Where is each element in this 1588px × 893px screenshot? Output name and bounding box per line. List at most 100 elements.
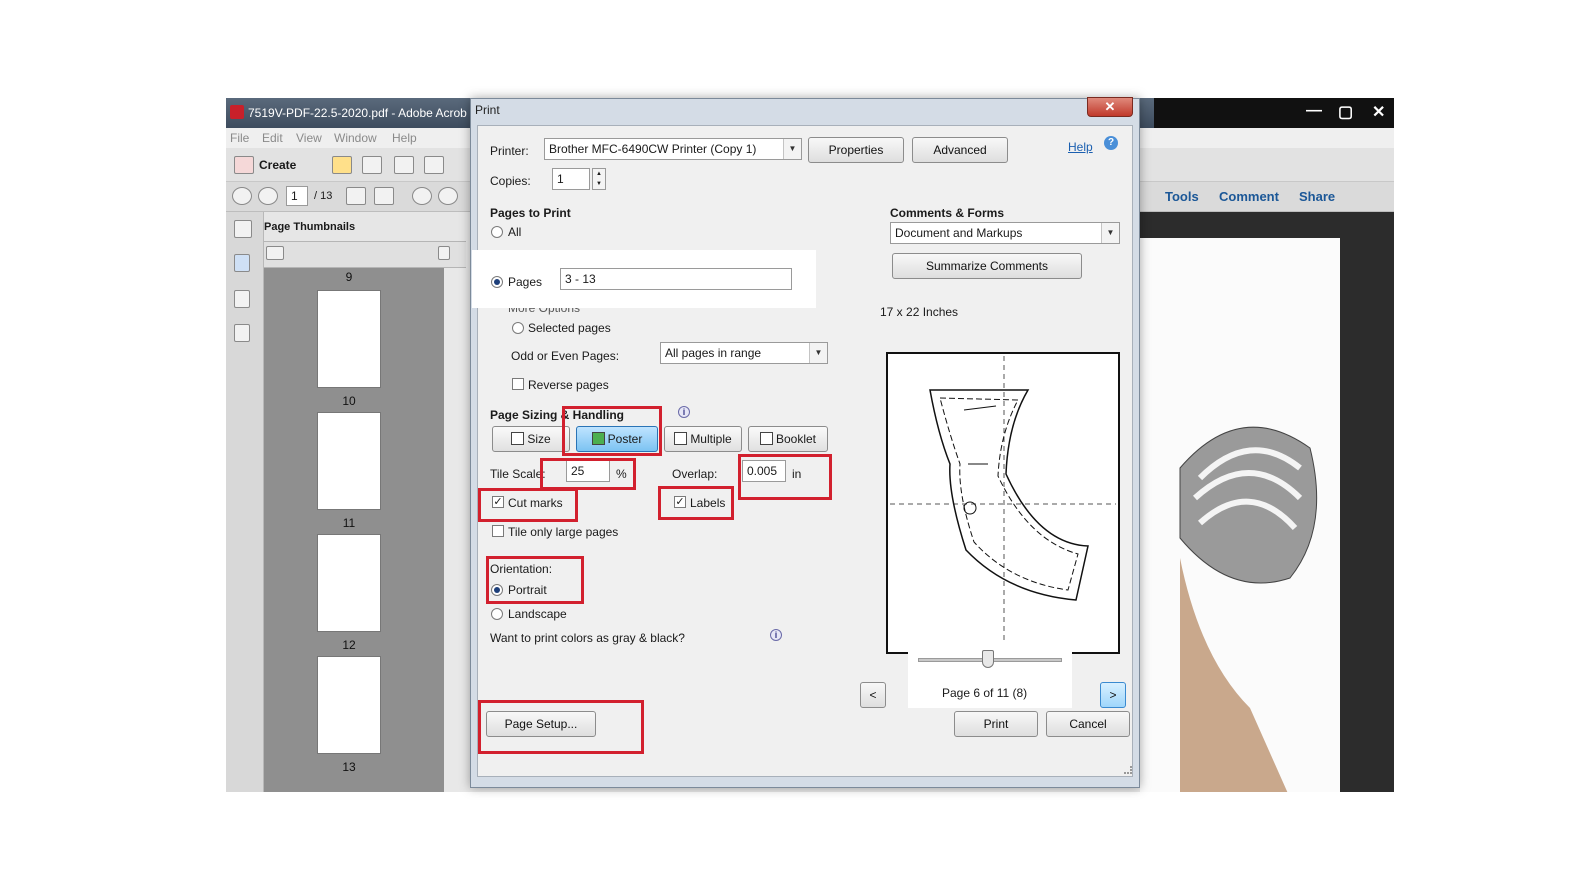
odd-even-select[interactable]: All pages in range ▼: [660, 342, 828, 364]
tab-comment[interactable]: Comment: [1219, 189, 1279, 204]
zoom-out-icon[interactable]: [412, 187, 432, 205]
thumbnail-label: 11: [342, 516, 356, 530]
acrobat-title-text: 7519V-PDF-22.5-2020.pdf - Adobe Acrob: [248, 106, 467, 120]
preview-size: 17 x 22 Inches: [880, 305, 959, 319]
all-pages-label: All: [508, 225, 522, 239]
right-tabs: Tools Comment Share: [1159, 182, 1394, 212]
next-page-icon[interactable]: [258, 187, 278, 205]
help-icon[interactable]: ?: [1104, 136, 1118, 150]
tab-tools[interactable]: Tools: [1165, 189, 1199, 204]
thumbnail-page[interactable]: [317, 412, 381, 510]
signatures-icon[interactable]: [234, 324, 250, 342]
window-controls: — ▢ ✕: [1154, 98, 1394, 128]
highlight-page-setup: [478, 700, 644, 754]
thumbnail-list: 9 10 11 12 13: [264, 268, 444, 792]
maximize-icon[interactable]: ▢: [1338, 102, 1353, 122]
close-icon[interactable]: ✕: [1087, 97, 1133, 117]
previous-page-button[interactable]: <: [860, 682, 886, 708]
tile-large-label: Tile only large pages: [508, 525, 619, 539]
create-button[interactable]: Create: [259, 158, 296, 172]
print-icon[interactable]: [394, 156, 414, 174]
delete-page-icon[interactable]: [438, 246, 450, 260]
select-tool-icon[interactable]: [346, 187, 366, 205]
resize-grip-icon[interactable]: [1124, 766, 1132, 774]
bookmarks-icon[interactable]: [234, 254, 250, 272]
pages-range-input[interactable]: 3 - 13: [560, 268, 792, 290]
close-window-icon[interactable]: ✕: [1372, 102, 1385, 122]
landscape-label: Landscape: [508, 607, 567, 621]
odd-even-value: All pages in range: [665, 346, 762, 360]
multiple-button[interactable]: Multiple: [664, 426, 742, 452]
create-icon[interactable]: [234, 156, 254, 174]
save-icon[interactable]: [362, 156, 382, 174]
menu-window[interactable]: Window: [334, 131, 377, 145]
summarize-comments-button[interactable]: Summarize Comments: [892, 253, 1082, 279]
menu-help[interactable]: Help: [392, 131, 417, 145]
thumbnail-scrollbar[interactable]: [444, 268, 466, 792]
thumbnail-options-icon[interactable]: [266, 246, 284, 260]
highlight-tile-scale: [540, 458, 636, 490]
selected-pages-radio[interactable]: [512, 322, 524, 334]
properties-button[interactable]: Properties: [808, 137, 904, 163]
chevron-down-icon: ▼: [809, 343, 827, 363]
acrobat-title: 7519V-PDF-22.5-2020.pdf - Adobe Acrob: [230, 105, 467, 120]
menu-view[interactable]: View: [296, 131, 322, 145]
menu-file[interactable]: File: [230, 131, 249, 145]
multiple-icon: [674, 432, 688, 445]
menu-edit[interactable]: Edit: [262, 131, 283, 145]
email-icon[interactable]: [424, 156, 444, 174]
info-icon[interactable]: i: [678, 406, 690, 418]
page-slider-thumb[interactable]: [982, 650, 994, 668]
next-page-button[interactable]: >: [1100, 682, 1126, 708]
zoom-in-icon[interactable]: [438, 187, 458, 205]
reverse-pages-checkbox[interactable]: [512, 378, 524, 390]
help-link[interactable]: Help: [1068, 140, 1093, 154]
info-icon[interactable]: i: [770, 629, 782, 641]
comments-forms-select[interactable]: Document and Markups ▼: [890, 222, 1120, 244]
thumbnail-page[interactable]: [317, 290, 381, 388]
multiple-label: Multiple: [690, 432, 732, 446]
dialog-body: Printer: Brother MFC-6490CW Printer (Cop…: [472, 125, 1133, 777]
pages-radio[interactable]: [491, 276, 503, 288]
gray-question: Want to print colors as gray & black?: [490, 631, 685, 645]
booklet-label: Booklet: [775, 432, 817, 446]
all-pages-radio[interactable]: [491, 226, 503, 238]
attachments-icon[interactable]: [234, 290, 250, 308]
tab-share[interactable]: Share: [1299, 189, 1335, 204]
size-button[interactable]: Size: [492, 426, 570, 452]
thumbnail-page[interactable]: [317, 534, 381, 632]
minimize-icon[interactable]: —: [1306, 102, 1322, 120]
copies-label: Copies:: [490, 174, 531, 188]
pages-to-print-heading: Pages to Print: [490, 206, 571, 220]
landscape-radio[interactable]: [491, 608, 503, 620]
dialog-title: Print: [475, 103, 500, 117]
hand-tool-icon[interactable]: [374, 187, 394, 205]
copies-stepper[interactable]: ▲ ▼: [592, 168, 606, 190]
highlight-orientation: [486, 556, 584, 604]
previous-page-icon[interactable]: [232, 187, 252, 205]
printer-value: Brother MFC-6490CW Printer (Copy 1): [549, 142, 757, 156]
highlight-cut-marks: [478, 488, 578, 522]
odd-even-label: Odd or Even Pages:: [511, 349, 620, 363]
page-thumbnails-icon[interactable]: [234, 220, 252, 238]
thumbnails-panel-header: Page Thumbnails: [264, 212, 466, 242]
printer-label: Printer:: [490, 144, 529, 158]
page-indicator: Page 6 of 11 (8): [942, 686, 1028, 700]
thumbnail-label: 13: [342, 760, 356, 774]
page-number-input[interactable]: 1: [286, 186, 308, 206]
open-icon[interactable]: [332, 156, 352, 174]
copies-input[interactable]: 1: [552, 168, 590, 190]
print-preview: [886, 352, 1120, 654]
tile-large-checkbox[interactable]: [492, 525, 504, 537]
advanced-button[interactable]: Advanced: [912, 137, 1008, 163]
thumbnail-page[interactable]: [317, 656, 381, 754]
turban-illustration: [1179, 426, 1318, 792]
print-button[interactable]: Print: [954, 711, 1038, 737]
printer-select[interactable]: Brother MFC-6490CW Printer (Copy 1) ▼: [544, 138, 802, 160]
thumbnails-panel: Page Thumbnails 9 10 11 12 13: [264, 212, 466, 792]
booklet-button[interactable]: Booklet: [748, 426, 828, 452]
cancel-button[interactable]: Cancel: [1046, 711, 1130, 737]
page-total: / 13: [314, 190, 333, 202]
reverse-pages-label: Reverse pages: [528, 378, 609, 392]
highlight-poster: [562, 406, 662, 456]
